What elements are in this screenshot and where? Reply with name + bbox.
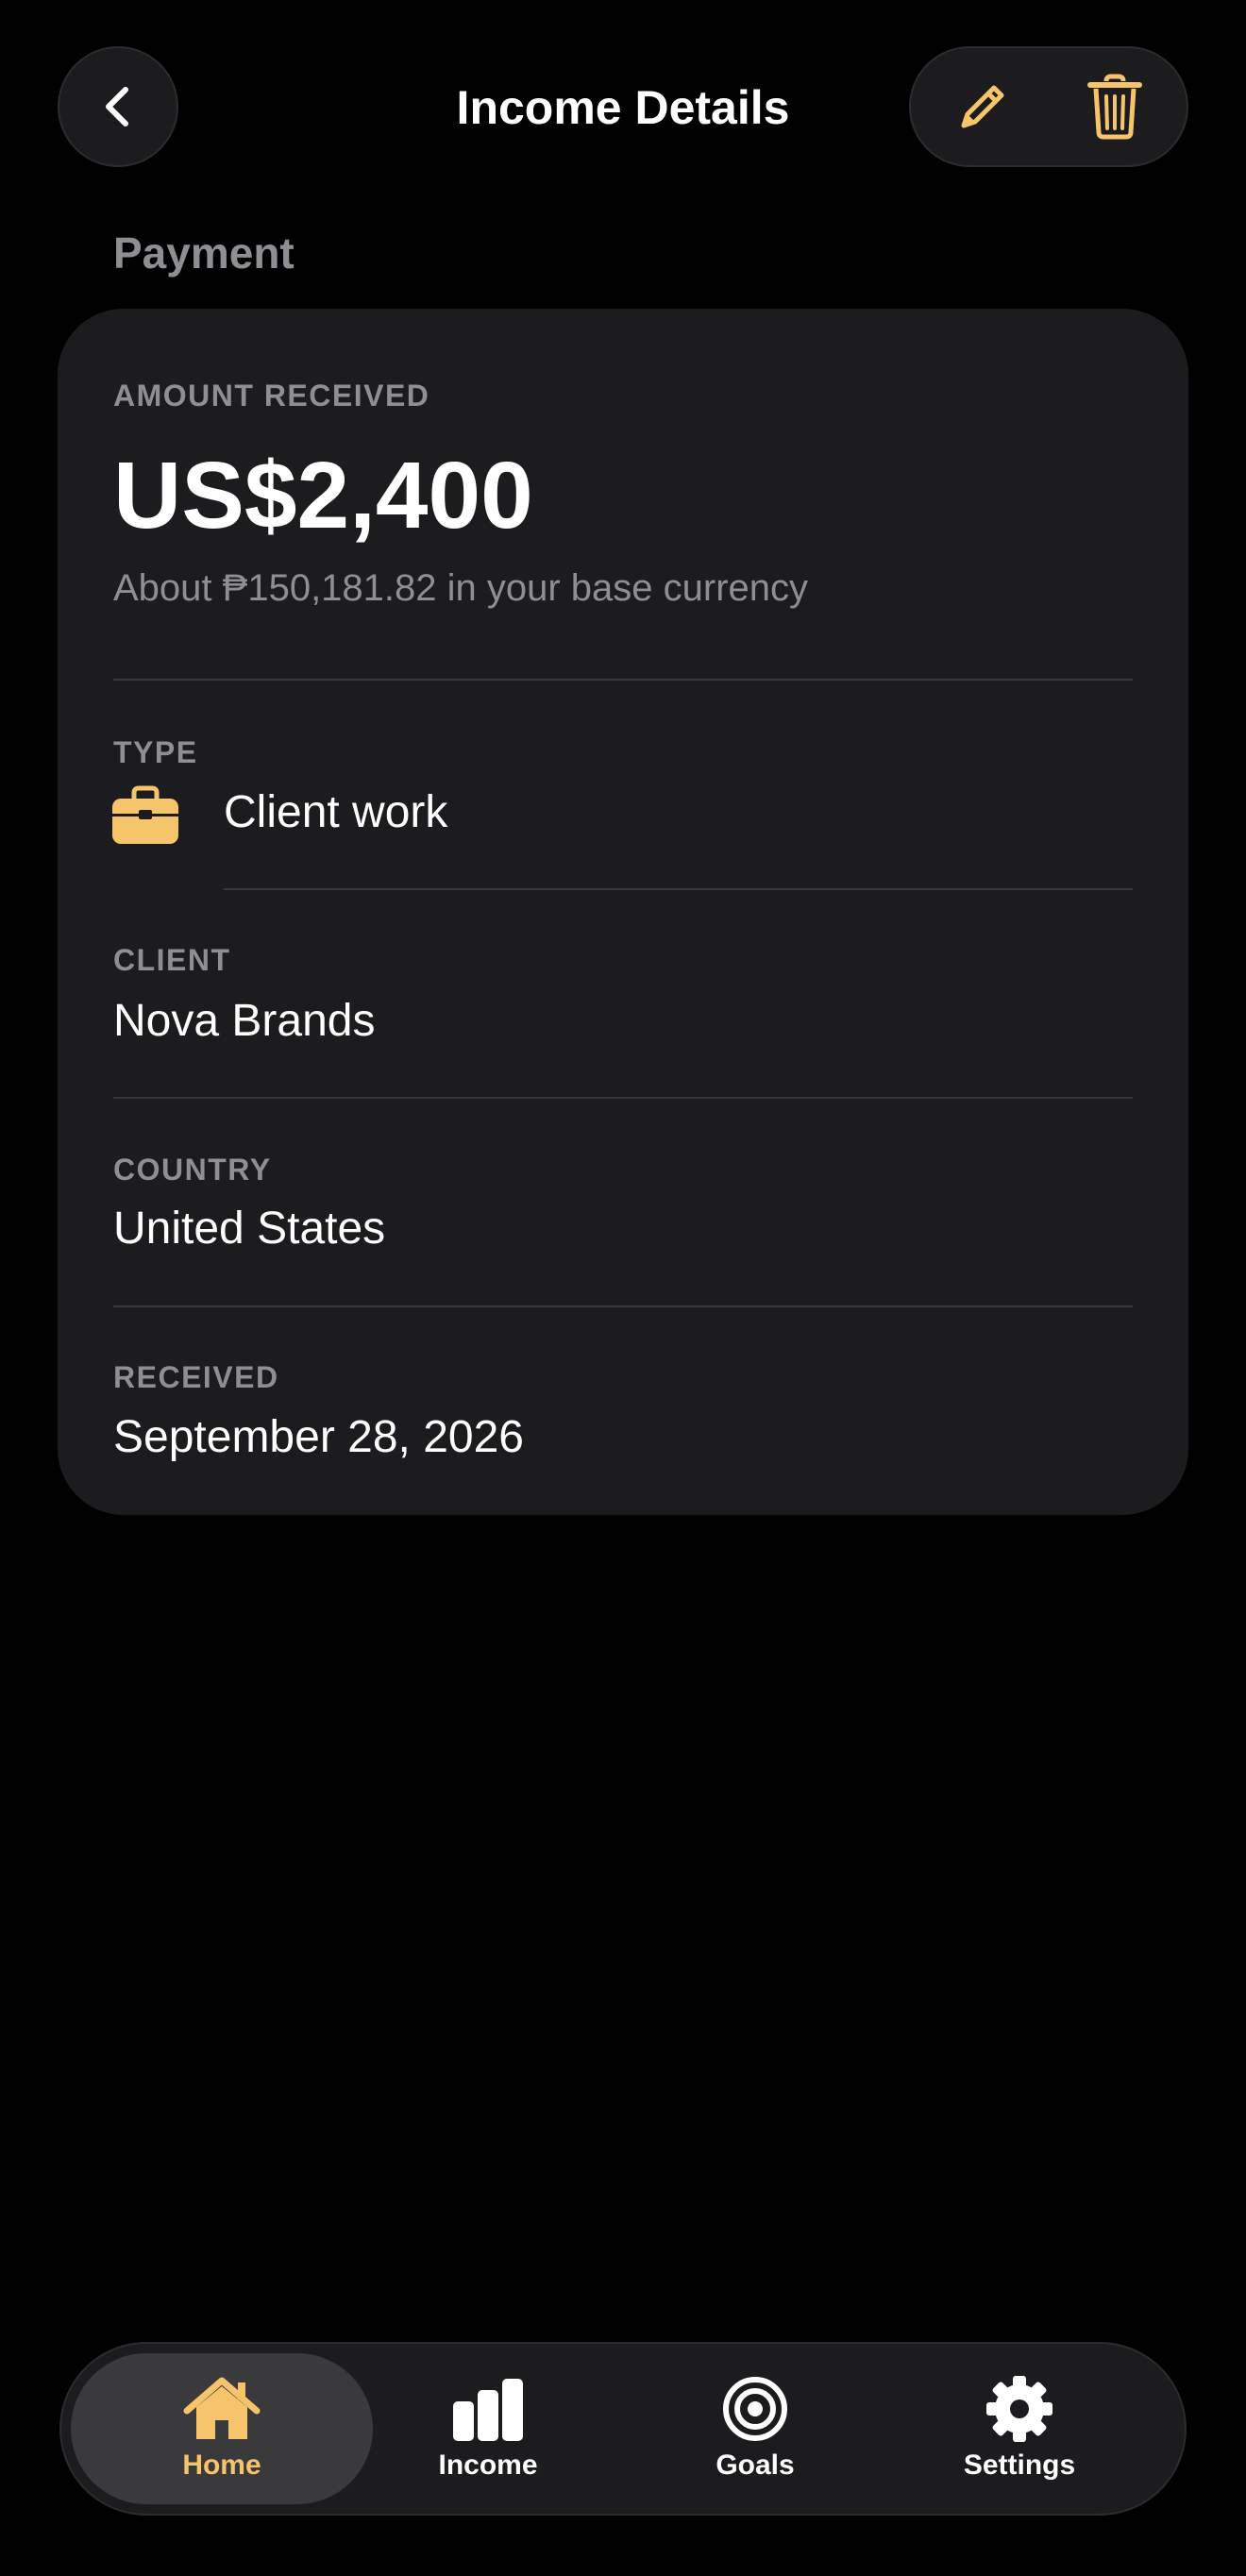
divider xyxy=(113,1097,1133,1099)
tab-home[interactable]: Home xyxy=(71,2353,373,2504)
amount-label: AMOUNT RECEIVED xyxy=(113,379,430,412)
type-value: Client work xyxy=(224,787,448,837)
section-label: Payment xyxy=(113,228,295,278)
client-value: Nova Brands xyxy=(113,996,376,1046)
divider xyxy=(113,679,1133,681)
tab-label: Income xyxy=(438,2450,538,2481)
target-icon xyxy=(723,2377,787,2441)
amount-value: US$2,400 xyxy=(113,443,533,548)
briefcase-icon xyxy=(112,785,178,844)
tab-settings[interactable]: Settings xyxy=(868,2353,1170,2504)
received-value: September 28, 2026 xyxy=(113,1412,524,1462)
received-label: RECEIVED xyxy=(113,1360,279,1394)
tab-income[interactable]: Income xyxy=(337,2353,639,2504)
client-label: CLIENT xyxy=(113,943,231,977)
trash-icon xyxy=(1087,74,1142,140)
amount-base-currency: About ₱150,181.82 in your base currency xyxy=(113,567,809,609)
income-detail-card: AMOUNT RECEIVED US$2,400 About ₱150,181.… xyxy=(58,309,1188,1515)
type-label: TYPE xyxy=(113,735,198,769)
delete-button[interactable] xyxy=(1054,48,1175,165)
divider xyxy=(224,888,1133,890)
home-icon xyxy=(183,2377,261,2439)
country-value: United States xyxy=(113,1204,386,1254)
tab-goals[interactable]: Goals xyxy=(604,2353,906,2504)
edit-button[interactable] xyxy=(922,48,1043,165)
header-actions xyxy=(909,46,1188,167)
tab-label: Settings xyxy=(963,2450,1076,2481)
pencil-icon xyxy=(961,85,1004,128)
tab-label: Goals xyxy=(716,2450,795,2481)
divider xyxy=(113,1305,1133,1307)
tab-bar: Home Income Goals Settings xyxy=(59,2342,1187,2516)
gear-icon xyxy=(986,2376,1052,2442)
bar-chart-icon xyxy=(453,2379,523,2441)
tab-label: Home xyxy=(182,2450,261,2481)
country-label: COUNTRY xyxy=(113,1153,272,1187)
